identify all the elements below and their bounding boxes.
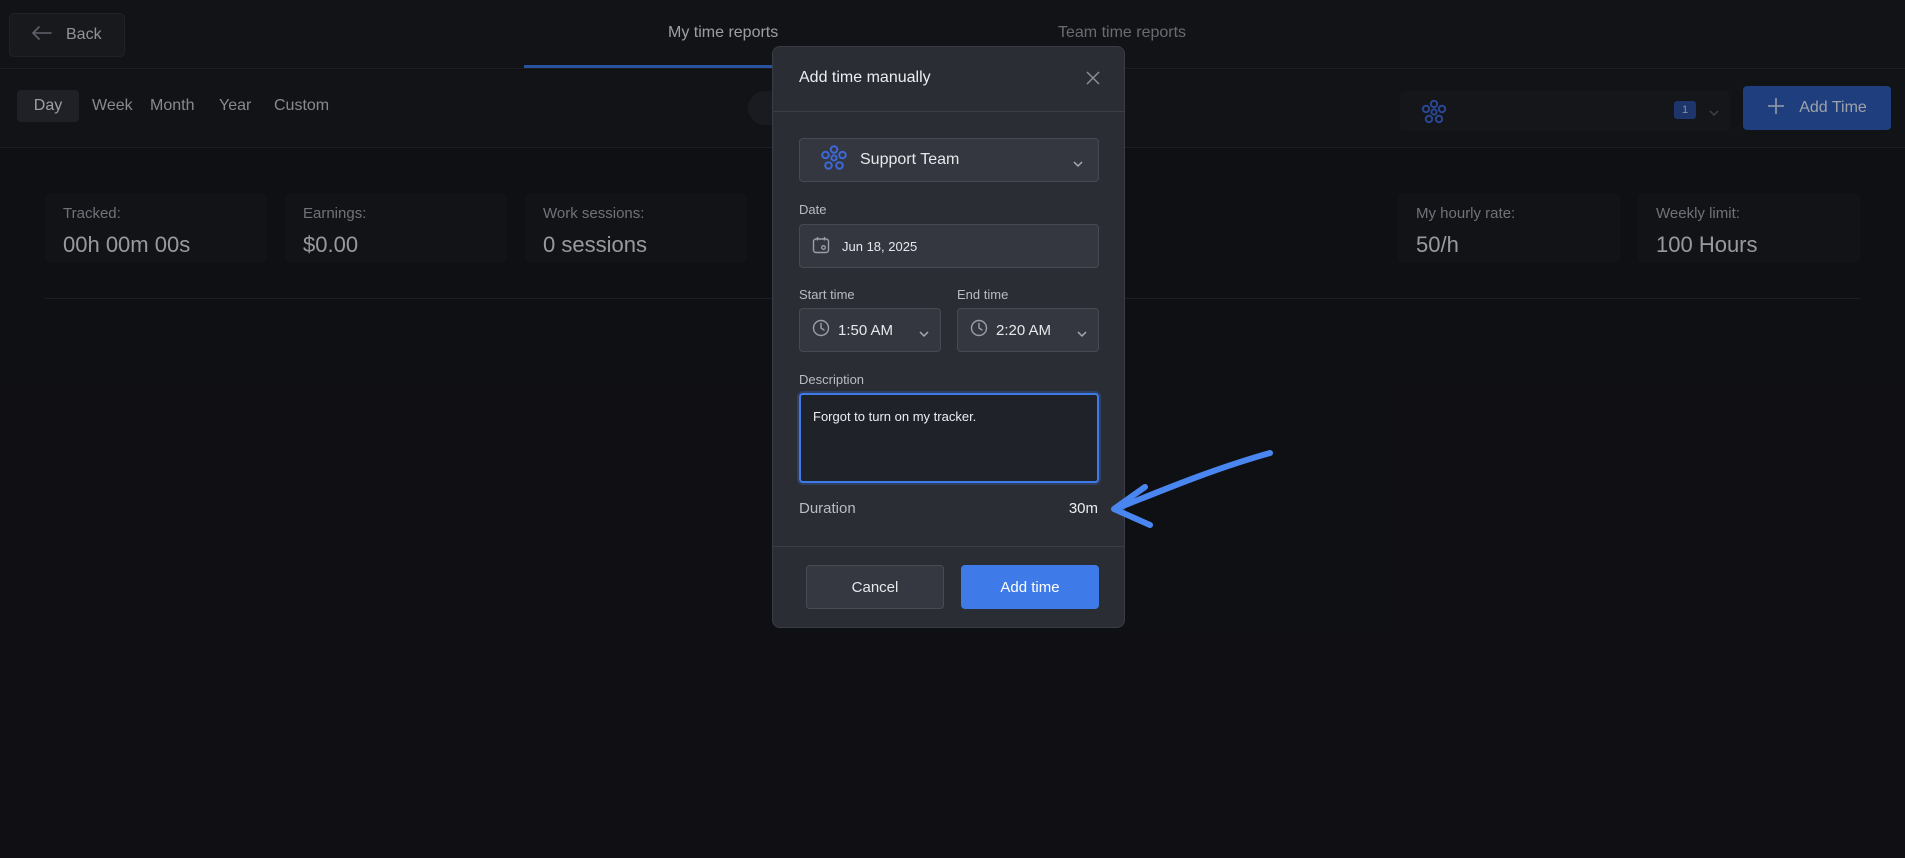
duration-label: Duration bbox=[799, 500, 856, 517]
chevron-down-icon bbox=[918, 325, 930, 342]
description-input[interactable]: Forgot to turn on my tracker. bbox=[799, 393, 1099, 483]
duration-value: 30m bbox=[1068, 500, 1098, 517]
team-logo-icon bbox=[820, 144, 848, 176]
start-time-select[interactable]: 1:50 AM bbox=[799, 308, 941, 352]
close-icon[interactable] bbox=[1086, 71, 1100, 90]
description-label: Description bbox=[799, 372, 865, 387]
end-time-label: End time bbox=[957, 287, 1009, 302]
start-time-label: Start time bbox=[799, 287, 855, 302]
chevron-down-icon bbox=[1072, 155, 1084, 173]
start-time-value: 1:50 AM bbox=[838, 321, 894, 339]
team-select-value: Support Team bbox=[860, 151, 960, 168]
clock-icon bbox=[812, 319, 830, 341]
modal-title: Add time manually bbox=[799, 69, 931, 86]
modal-divider bbox=[773, 546, 1124, 547]
add-time-submit-button[interactable]: Add time bbox=[961, 565, 1099, 609]
end-time-select[interactable]: 2:20 AM bbox=[957, 308, 1099, 352]
cancel-button[interactable]: Cancel bbox=[806, 565, 944, 609]
team-select[interactable]: Support Team bbox=[799, 138, 1099, 182]
add-time-modal: Add time manually Support Team Date Jun … bbox=[772, 46, 1125, 628]
chevron-down-icon bbox=[1076, 325, 1088, 342]
modal-divider bbox=[773, 111, 1124, 112]
annotation-arrow-icon bbox=[1111, 450, 1273, 528]
date-value: Jun 18, 2025 bbox=[842, 238, 918, 254]
date-label: Date bbox=[799, 202, 827, 217]
date-picker[interactable]: Jun 18, 2025 bbox=[799, 224, 1099, 268]
calendar-icon bbox=[812, 236, 830, 257]
end-time-value: 2:20 AM bbox=[996, 321, 1052, 339]
clock-icon bbox=[970, 319, 988, 341]
